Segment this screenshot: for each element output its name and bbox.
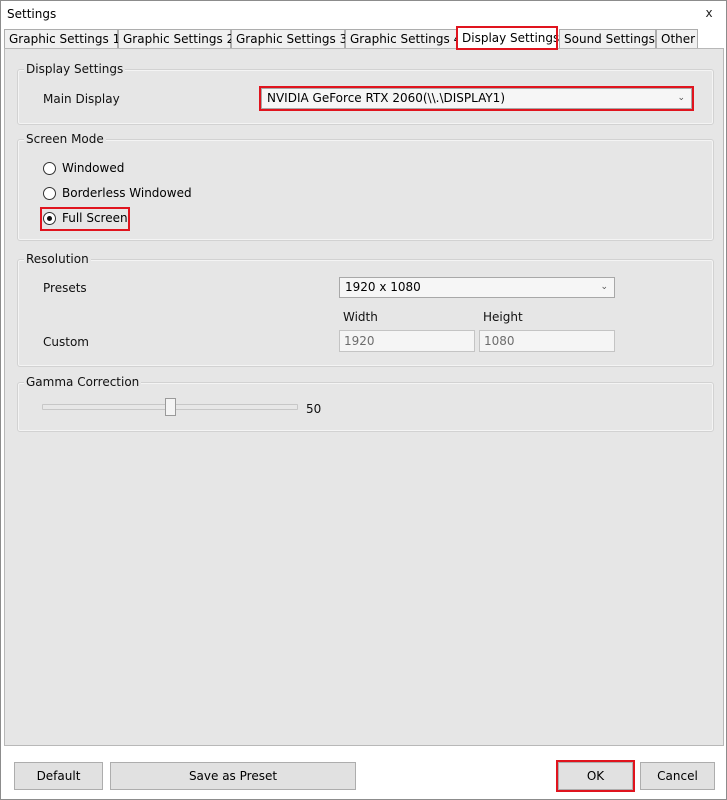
windowed-label: Windowed <box>62 161 125 175</box>
borderless-windowed-label: Borderless Windowed <box>62 186 192 200</box>
main-display-dropdown[interactable]: NVIDIA GeForce RTX 2060(\\.\DISPLAY1) ⌄ <box>259 86 694 111</box>
custom-width-field[interactable]: 1920 <box>339 330 475 352</box>
cancel-button[interactable]: Cancel <box>640 762 715 790</box>
window-title: Settings <box>7 7 57 21</box>
close-icon: x <box>705 6 713 20</box>
screen-mode-group-label: Screen Mode <box>24 132 106 146</box>
presets-dropdown[interactable]: 1920 x 1080 ⌄ <box>339 277 615 298</box>
borderless-windowed-radio[interactable]: Borderless Windowed <box>43 185 203 203</box>
main-display-value: NVIDIA GeForce RTX 2060(\\.\DISPLAY1) <box>267 91 506 105</box>
ok-button[interactable]: OK <box>556 760 635 792</box>
gamma-correction-group-label: Gamma Correction <box>24 375 142 389</box>
main-display-label: Main Display <box>43 92 120 106</box>
settings-window: Settings x Graphic Settings 1 Graphic Se… <box>0 0 727 800</box>
display-settings-group-label: Display Settings <box>24 62 126 76</box>
tab-graphic-settings-1[interactable]: Graphic Settings 1 <box>4 29 120 48</box>
tab-other[interactable]: Other <box>656 29 698 48</box>
presets-label: Presets <box>43 281 87 295</box>
full-screen-label: Full Screen <box>62 211 128 225</box>
resolution-group: Resolution Presets 1920 x 1080 ⌄ Width H… <box>17 252 714 367</box>
tab-graphic-settings-3[interactable]: Graphic Settings 3 <box>231 29 347 48</box>
display-settings-group: Display Settings Main Display NVIDIA GeF… <box>17 62 714 125</box>
tab-strip: Graphic Settings 1 Graphic Settings 2 Gr… <box>4 26 724 50</box>
resolution-group-label: Resolution <box>24 252 91 266</box>
display-settings-panel: Display Settings Main Display NVIDIA GeF… <box>4 48 724 746</box>
chevron-down-icon: ⌄ <box>600 282 608 292</box>
screen-mode-group: Screen Mode Windowed Borderless Windowed… <box>17 132 714 241</box>
presets-value: 1920 x 1080 <box>345 280 421 294</box>
tab-display-settings[interactable]: Display Settings <box>456 26 559 50</box>
custom-label: Custom <box>43 335 89 349</box>
windowed-radio[interactable]: Windowed <box>43 160 143 178</box>
height-label: Height <box>483 310 523 324</box>
default-button[interactable]: Default <box>14 762 103 790</box>
tab-sound-settings[interactable]: Sound Settings <box>559 29 656 48</box>
chevron-down-icon: ⌄ <box>677 93 685 103</box>
width-label: Width <box>343 310 378 324</box>
title-bar: Settings x <box>1 1 726 27</box>
full-screen-radio[interactable]: Full Screen <box>40 207 130 231</box>
gamma-value: 50 <box>306 402 322 416</box>
gamma-slider-thumb[interactable] <box>164 398 176 416</box>
save-as-preset-button[interactable]: Save as Preset <box>110 762 356 790</box>
radio-selected-icon <box>43 212 56 225</box>
radio-icon <box>43 162 56 175</box>
tab-graphic-settings-4[interactable]: Graphic Settings 4 <box>345 29 461 48</box>
close-button[interactable]: x <box>700 4 718 22</box>
radio-icon <box>43 187 56 200</box>
gamma-correction-group: Gamma Correction 50 <box>17 375 714 432</box>
tab-graphic-settings-2[interactable]: Graphic Settings 2 <box>118 29 234 48</box>
custom-height-field[interactable]: 1080 <box>479 330 615 352</box>
